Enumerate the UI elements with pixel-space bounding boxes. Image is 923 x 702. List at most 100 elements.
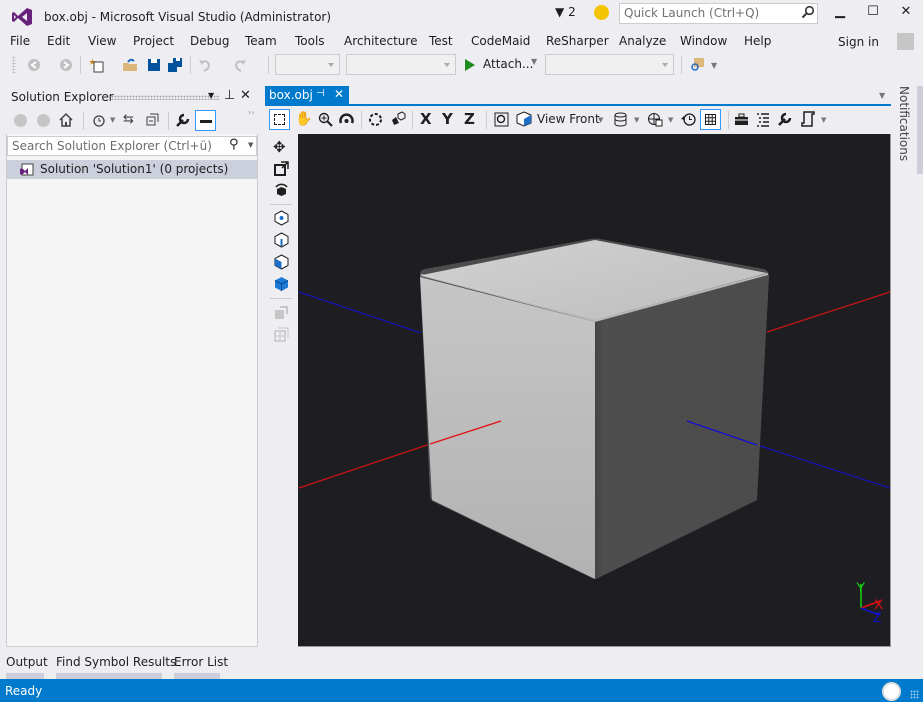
menu-architecture[interactable]: Architecture — [344, 34, 417, 48]
lock-y-axis-icon[interactable]: Y — [442, 110, 453, 128]
new-project-icon[interactable] — [89, 57, 105, 73]
render-mode-dropdown-icon[interactable]: ▼ — [668, 116, 673, 124]
back-icon[interactable] — [26, 57, 42, 73]
select-edge-icon[interactable] — [274, 232, 289, 248]
3d-viewport[interactable]: Y X Z — [298, 134, 891, 647]
tab-error-list[interactable]: Error List — [174, 655, 228, 669]
maximize-button[interactable]: ☐ — [860, 4, 886, 24]
select-object-icon[interactable] — [274, 276, 289, 292]
scale-tool-icon[interactable] — [274, 161, 289, 176]
select-vertex-icon[interactable] — [274, 210, 289, 226]
tab-output[interactable]: Output — [6, 655, 48, 669]
pending-dropdown-icon[interactable]: ▼ — [110, 116, 115, 124]
debug-target-dropdown[interactable] — [545, 54, 674, 75]
orbit-icon[interactable] — [339, 112, 354, 127]
toolbox-icon[interactable] — [734, 113, 749, 126]
menu-window[interactable]: Window — [680, 34, 727, 48]
resize-grip-icon[interactable] — [910, 690, 919, 699]
feedback-smiley-icon[interactable] — [594, 5, 609, 20]
toolbar-grip[interactable] — [12, 56, 16, 74]
properties-wrench-icon[interactable] — [175, 113, 190, 128]
se-forward-icon[interactable] — [37, 114, 50, 127]
save-icon[interactable] — [146, 57, 162, 73]
save-all-icon[interactable] — [167, 57, 183, 73]
find-in-files-icon[interactable] — [690, 56, 706, 72]
pending-changes-icon[interactable] — [91, 112, 107, 128]
menu-team[interactable]: Team — [245, 34, 277, 48]
solution-configuration-dropdown[interactable] — [275, 54, 340, 75]
search-icon[interactable] — [801, 5, 815, 19]
menu-file[interactable]: File — [10, 34, 30, 48]
solution-explorer-search-input[interactable]: Search Solution Explorer (Ctrl+ü) — [7, 136, 257, 156]
advanced-dropdown-icon[interactable]: ▼ — [821, 116, 826, 124]
lock-x-axis-icon[interactable]: X — [420, 110, 432, 128]
properties-wrench-icon[interactable] — [777, 112, 792, 127]
pan-hand-icon[interactable]: ✋ — [295, 111, 312, 127]
preview-selected-items-button[interactable] — [195, 110, 216, 131]
tab-find-symbol-results[interactable]: Find Symbol Results — [56, 655, 176, 669]
shading-dropdown-icon[interactable]: ▼ — [634, 116, 639, 124]
close-button[interactable]: ✕ — [893, 4, 919, 24]
start-icon[interactable] — [464, 58, 476, 72]
se-search-icon[interactable]: ⚲ — [229, 137, 239, 152]
undo-icon[interactable] — [197, 57, 213, 73]
sign-in-link[interactable]: Sign in — [838, 35, 879, 49]
toolbar-overflow-icon[interactable]: ▼ — [711, 61, 717, 70]
view-cube-icon[interactable] — [516, 111, 532, 127]
quick-launch-input[interactable]: Quick Launch (Ctrl+Q) — [619, 3, 818, 24]
menu-test[interactable]: Test — [429, 34, 453, 48]
menu-edit[interactable]: Edit — [47, 34, 70, 48]
menu-tools[interactable]: Tools — [295, 34, 325, 48]
se-search-options-icon[interactable]: ▼ — [248, 141, 253, 149]
solution-platform-dropdown[interactable] — [346, 54, 456, 75]
document-outline-icon[interactable] — [756, 112, 770, 127]
panel-close-icon[interactable]: ✕ — [240, 88, 251, 103]
menu-help[interactable]: Help — [744, 34, 771, 48]
grid-toggle-button[interactable] — [700, 109, 721, 130]
tab-close-icon[interactable]: ✕ — [334, 87, 344, 101]
zoom-icon[interactable] — [318, 112, 333, 127]
select-face-icon[interactable] — [274, 254, 289, 270]
history-icon[interactable] — [681, 112, 697, 127]
select-tool-button[interactable] — [269, 109, 290, 130]
translate-tool-icon[interactable]: ✥ — [273, 138, 286, 156]
menu-debug[interactable]: Debug — [190, 34, 229, 48]
frame-object-icon[interactable] — [368, 112, 383, 127]
notifications-side-bar[interactable] — [917, 86, 923, 174]
zoom-to-fit-icon[interactable] — [494, 112, 509, 127]
forward-icon[interactable] — [58, 57, 74, 73]
menu-analyze[interactable]: Analyze — [619, 34, 666, 48]
view-dropdown-arrow-icon[interactable]: ▼ — [598, 116, 603, 124]
tab-box-obj[interactable]: box.obj ⊣ ✕ — [265, 86, 349, 105]
sync-active-document-icon[interactable]: ⇆ — [123, 112, 134, 127]
panel-grip[interactable] — [108, 95, 220, 100]
attach-dropdown-arrow-icon[interactable]: ▼ — [531, 57, 537, 66]
view-front-dropdown[interactable]: View Front — [537, 112, 600, 126]
panel-dropdown-icon[interactable]: ▼ — [208, 91, 214, 100]
notifications-tab[interactable]: Notifications — [897, 86, 911, 161]
redo-icon[interactable] — [232, 57, 248, 73]
menu-resharper[interactable]: ReSharper — [546, 34, 609, 48]
shading-cylinder-icon[interactable] — [613, 112, 628, 127]
open-file-icon[interactable] — [122, 57, 138, 73]
menu-codemaid[interactable]: CodeMaid — [471, 34, 530, 48]
lock-z-axis-icon[interactable]: Z — [464, 110, 475, 128]
rotate-tool-icon[interactable] — [274, 183, 289, 198]
user-avatar-icon[interactable] — [897, 33, 914, 50]
scene-canvas[interactable]: Y X Z — [298, 134, 891, 647]
notifications-filter[interactable]: ▼ 2 — [555, 5, 576, 19]
advanced-options-icon[interactable] — [800, 111, 815, 127]
pin-icon[interactable]: ⊥ — [224, 88, 235, 103]
tab-pin-icon[interactable]: ⊣ — [316, 88, 325, 99]
menu-view[interactable]: View — [88, 34, 116, 48]
status-indicator-icon[interactable] — [882, 682, 901, 701]
extrude-icon[interactable] — [274, 305, 289, 320]
se-back-icon[interactable] — [14, 114, 27, 127]
collapse-all-icon[interactable] — [146, 113, 160, 127]
attach-button[interactable]: Attach... — [483, 57, 533, 71]
render-mode-icon[interactable] — [647, 112, 663, 127]
se-toolbar-overflow-icon[interactable]: ›› — [248, 108, 254, 117]
tab-list-dropdown-icon[interactable]: ▼ — [879, 91, 885, 100]
minimize-button[interactable]: ▁ — [827, 4, 853, 24]
menu-project[interactable]: Project — [133, 34, 174, 48]
